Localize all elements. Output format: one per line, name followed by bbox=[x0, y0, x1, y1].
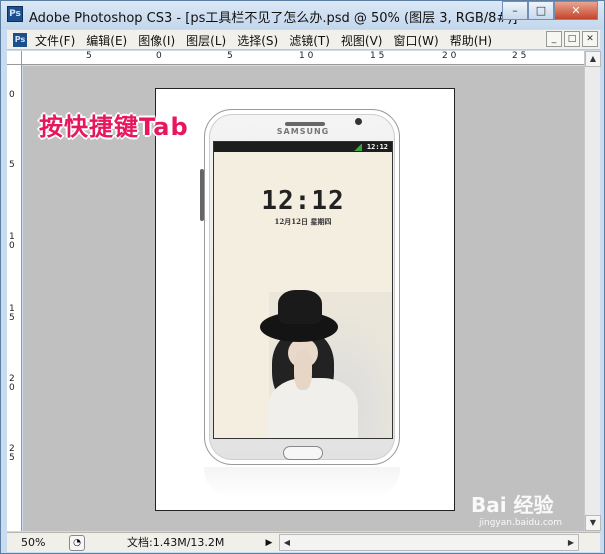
menu-select[interactable]: 选择(S) bbox=[237, 32, 278, 49]
ruler-v-label: 1 0 bbox=[9, 232, 15, 251]
phone-speaker bbox=[285, 122, 325, 126]
menu-items: 文件(F) 编辑(E) 图像(I) 图层(L) 选择(S) 滤镜(T) 视图(V… bbox=[35, 32, 503, 49]
scroll-up-arrow-icon[interactable]: ▲ bbox=[585, 51, 601, 67]
wallpaper-shirt bbox=[268, 378, 358, 438]
phone-brand: SAMSUNG bbox=[276, 127, 330, 136]
menu-view[interactable]: 视图(V) bbox=[341, 32, 383, 49]
photoshop-window: Ps Adobe Photoshop CS3 - [ps工具栏不见了怎么办.ps… bbox=[0, 0, 605, 554]
document-canvas[interactable]: SAMSUNG 12:12 12:12 12月12日 星期四 bbox=[155, 88, 455, 511]
minimize-button[interactable]: – bbox=[502, 1, 528, 20]
ruler-h-label: 1 0 bbox=[299, 51, 314, 61]
navigator-icon[interactable]: ◔ bbox=[69, 535, 85, 551]
menu-bar: Ps 文件(F) 编辑(E) 图像(I) 图层(L) 选择(S) 滤镜(T) 视… bbox=[7, 30, 600, 50]
horizontal-ruler[interactable]: 5 0 5 1 0 1 5 2 0 2 5 bbox=[22, 51, 584, 65]
scroll-down-arrow-icon[interactable]: ▼ bbox=[585, 515, 601, 531]
title-bar[interactable]: Ps Adobe Photoshop CS3 - [ps工具栏不见了怎么办.ps… bbox=[1, 1, 604, 29]
menu-file[interactable]: 文件(F) bbox=[35, 32, 75, 49]
phone-mockup: SAMSUNG 12:12 12:12 12月12日 星期四 bbox=[204, 109, 400, 465]
ruler-v-label: 2 5 bbox=[9, 444, 15, 463]
doc-close-button[interactable]: ✕ bbox=[582, 31, 598, 47]
wallpaper-hat-top bbox=[278, 290, 322, 324]
scroll-left-arrow-icon[interactable]: ◀ bbox=[280, 535, 294, 550]
signal-icon bbox=[354, 144, 362, 151]
phone-reflection bbox=[204, 467, 400, 497]
phone-camera bbox=[355, 118, 362, 125]
zoom-field[interactable]: 50% bbox=[9, 535, 57, 551]
ruler-h-label: 1 5 bbox=[370, 51, 385, 61]
ruler-v-label: 1 5 bbox=[9, 304, 15, 323]
document-icon[interactable]: Ps bbox=[13, 33, 27, 47]
baidu-watermark: Bai 经验 jingyan.baidu.com bbox=[471, 489, 562, 528]
ruler-v-label: 5 bbox=[9, 160, 15, 170]
status-menu-arrow[interactable]: ▶ bbox=[263, 536, 275, 550]
ruler-h-label: 2 0 bbox=[442, 51, 457, 61]
ruler-v-label: 0 bbox=[9, 90, 15, 100]
horizontal-scrollbar[interactable]: ◀ ▶ bbox=[279, 534, 579, 551]
menu-help[interactable]: 帮助(H) bbox=[450, 32, 492, 49]
window-title: Adobe Photoshop CS3 - [ps工具栏不见了怎么办.psd @… bbox=[29, 11, 518, 26]
menu-window[interactable]: 窗口(W) bbox=[393, 32, 438, 49]
shortcut-hint-text: 按快捷键Tab bbox=[39, 113, 189, 141]
lock-screen-date: 12月12日 星期四 bbox=[274, 217, 332, 226]
scroll-right-arrow-icon[interactable]: ▶ bbox=[564, 535, 578, 550]
document-window-controls: _ □ ✕ bbox=[546, 31, 598, 47]
ruler-origin[interactable] bbox=[7, 51, 22, 65]
phone-home-button bbox=[283, 446, 323, 460]
menu-edit[interactable]: 编辑(E) bbox=[86, 32, 127, 49]
phone-screen: 12:12 12:12 12月12日 星期四 bbox=[213, 141, 393, 439]
menu-image[interactable]: 图像(I) bbox=[138, 32, 175, 49]
vertical-scrollbar[interactable]: ▲ ▼ bbox=[584, 51, 601, 531]
phone-status-time: 12:12 bbox=[366, 143, 388, 151]
ruler-h-label: 2 5 bbox=[512, 51, 527, 61]
watermark-main: Bai 经验 bbox=[471, 493, 554, 517]
wallpaper-hand bbox=[294, 350, 312, 390]
ruler-h-label: 5 bbox=[86, 51, 92, 61]
ruler-h-label: 5 bbox=[227, 51, 233, 61]
photoshop-app-icon[interactable]: Ps bbox=[7, 6, 23, 22]
menu-filter[interactable]: 滤镜(T) bbox=[289, 32, 330, 49]
doc-restore-button[interactable]: □ bbox=[564, 31, 580, 47]
ruler-v-label: 2 0 bbox=[9, 374, 15, 393]
status-bar: 50% ◔ 文档:1.43M/13.2M ▶ ◀ ▶ bbox=[7, 532, 600, 552]
ruler-h-label: 0 bbox=[156, 51, 162, 61]
phone-status-bar: 12:12 bbox=[214, 142, 392, 152]
document-info: 文档:1.43M/13.2M bbox=[127, 536, 225, 549]
lock-screen-time: 12:12 bbox=[261, 186, 345, 216]
doc-minimize-button[interactable]: _ bbox=[546, 31, 562, 47]
vertical-ruler[interactable]: 0 5 1 0 1 5 2 0 2 5 bbox=[7, 65, 22, 531]
menu-layer[interactable]: 图层(L) bbox=[186, 32, 226, 49]
window-controls: – □ ✕ bbox=[502, 1, 598, 20]
watermark-sub: jingyan.baidu.com bbox=[479, 518, 563, 528]
maximize-button[interactable]: □ bbox=[528, 1, 554, 20]
close-button[interactable]: ✕ bbox=[554, 1, 598, 20]
